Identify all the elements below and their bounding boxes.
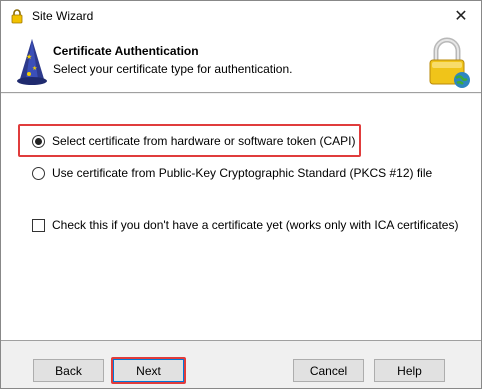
help-button[interactable]: Help — [374, 359, 445, 382]
close-button[interactable]: ✕ — [441, 1, 481, 31]
capi-radio-option[interactable]: Select certificate from hardware or soft… — [32, 134, 355, 148]
content-panel: Select certificate from hardware or soft… — [1, 94, 481, 340]
no-certificate-checkbox-label: Check this if you don't have a certifica… — [52, 218, 459, 232]
close-icon: ✕ — [454, 8, 468, 25]
header-subtitle: Select your certificate type for authent… — [53, 62, 293, 76]
lock-globe-icon — [429, 37, 470, 88]
no-certificate-checkbox[interactable] — [32, 218, 45, 232]
header-title: Certificate Authentication — [53, 44, 199, 58]
window-title: Site Wizard — [32, 9, 94, 23]
back-button[interactable]: Back — [33, 359, 104, 382]
title-bar: Site Wizard ✕ — [1, 1, 481, 31]
next-button[interactable]: Next — [113, 359, 184, 382]
pkcs12-radio-label: Use certificate from Public-Key Cryptogr… — [52, 166, 433, 180]
padlock-icon — [11, 9, 23, 24]
capi-radio-label: Select certificate from hardware or soft… — [52, 134, 356, 148]
svg-text:★: ★ — [26, 53, 32, 61]
pkcs12-radio[interactable] — [32, 166, 45, 180]
site-wizard-window: Site Wizard ✕ ★ ★ Certificate Authentica… — [0, 0, 482, 389]
pkcs12-radio-option[interactable]: Use certificate from Public-Key Cryptogr… — [32, 166, 432, 180]
cancel-button[interactable]: Cancel — [293, 359, 364, 382]
button-bar: Back Next Cancel Help — [1, 340, 481, 388]
svg-text:★: ★ — [32, 65, 37, 72]
capi-radio[interactable] — [32, 134, 45, 148]
wizard-header: ★ ★ Certificate Authentication Select yo… — [1, 31, 481, 93]
wizard-hat-icon: ★ ★ — [17, 39, 47, 85]
no-certificate-checkbox-option[interactable]: Check this if you don't have a certifica… — [32, 218, 458, 232]
